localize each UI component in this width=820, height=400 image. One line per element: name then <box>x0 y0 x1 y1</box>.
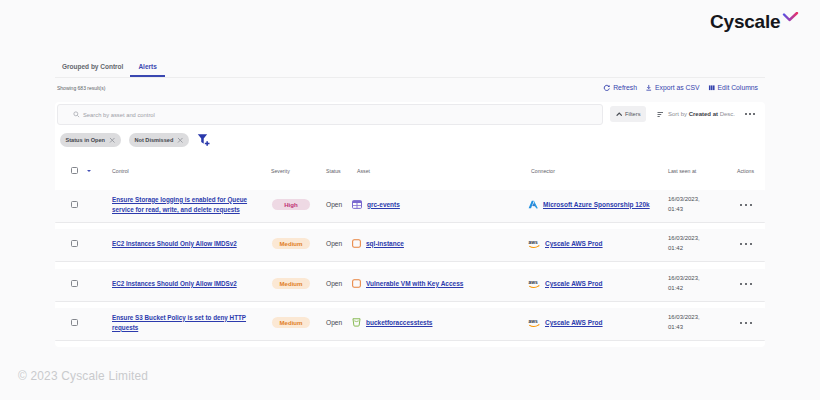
refresh-icon <box>603 84 611 92</box>
download-icon <box>645 84 653 92</box>
severity-badge: Medium <box>272 278 310 289</box>
select-all-checkbox[interactable] <box>71 167 78 174</box>
export-csv-button[interactable]: Export as CSV <box>645 84 700 92</box>
asset-link[interactable]: bucketforaccesstests <box>366 319 432 327</box>
results-summary: Showing 683 result(s) <box>57 85 105 91</box>
cyscale-logo: Cyscale <box>710 11 799 33</box>
search-icon <box>73 111 80 118</box>
row-actions-button[interactable] <box>740 322 751 324</box>
status-text: Open <box>326 319 342 326</box>
svg-text:aws: aws <box>529 319 538 324</box>
status-text: Open <box>326 240 342 247</box>
search-input[interactable]: Search by asset and control <box>57 104 603 125</box>
bucket-asset-icon <box>352 318 361 327</box>
table-overflow-menu-icon[interactable] <box>743 106 757 122</box>
chip-remove-icon[interactable] <box>109 137 116 144</box>
svg-text:aws: aws <box>529 280 538 285</box>
control-link[interactable]: EC2 Instances Should Only Allow IMDSv2 <box>112 279 237 289</box>
last-seen-value: 16/03/2023,01:42 <box>668 234 700 253</box>
row-actions-button[interactable] <box>740 283 751 285</box>
table-row: Ensure Storage logging is enabled for Qu… <box>55 190 765 223</box>
col-header-severity[interactable]: Severity <box>271 168 290 174</box>
row-checkbox[interactable] <box>71 280 78 287</box>
aws-icon: aws <box>528 318 540 328</box>
connector-link[interactable]: Microsoft Azure Sponsorship 120k <box>543 201 650 209</box>
severity-badge: Medium <box>272 238 310 249</box>
row-actions-button[interactable] <box>740 204 751 206</box>
chevron-up-icon <box>616 112 623 117</box>
col-header-status[interactable]: Status <box>326 168 341 174</box>
col-header-asset[interactable]: Asset <box>357 168 370 174</box>
select-dropdown-caret-icon[interactable] <box>87 170 91 172</box>
chip-not-dismissed[interactable]: Not Dismissed <box>129 133 189 147</box>
severity-badge: High <box>272 199 310 210</box>
asset-link[interactable]: Vulnerable VM with Key Access <box>366 280 463 288</box>
col-header-connector[interactable]: Connector <box>531 168 555 174</box>
asset-link[interactable]: grc-events <box>367 201 400 209</box>
table-header: Control Severity Status Asset Connector … <box>55 157 765 183</box>
add-filter-icon[interactable] <box>197 133 210 147</box>
sort-direction: Desc. <box>720 111 735 117</box>
table-row: EC2 Instances Should Only Allow IMDSv2 Me… <box>55 269 765 302</box>
severity-badge: Medium <box>272 317 310 328</box>
status-text: Open <box>326 201 342 208</box>
table-row: EC2 Instances Should Only Allow IMDSv2 Me… <box>55 229 765 262</box>
chip-remove-icon[interactable] <box>177 137 184 144</box>
footer-copyright: © 2023 Cyscale Limited <box>18 369 148 383</box>
sort-field: Created at <box>689 111 718 117</box>
col-header-control[interactable]: Control <box>112 168 129 174</box>
table-row: Ensure S3 Bucket Policy is set to deny H… <box>55 308 765 341</box>
tab-grouped-by-control[interactable]: Grouped by Control <box>55 55 130 77</box>
tab-bar: Grouped by Control Alerts <box>55 55 765 78</box>
aws-icon: aws <box>528 239 540 249</box>
row-checkbox[interactable] <box>71 319 78 326</box>
row-checkbox[interactable] <box>71 240 78 247</box>
col-header-actions[interactable]: Actions <box>737 168 754 174</box>
last-seen-value: 16/03/2023,01:42 <box>668 274 700 293</box>
instance-asset-icon <box>352 239 361 248</box>
last-seen-value: 16/03/2023,01:43 <box>668 313 700 332</box>
control-link[interactable]: EC2 Instances Should Only Allow IMDSv2 <box>112 239 237 249</box>
svg-text:aws: aws <box>529 240 538 245</box>
control-link[interactable]: Ensure S3 Bucket Policy is set to deny H… <box>112 313 258 333</box>
control-link[interactable]: Ensure Storage logging is enabled for Qu… <box>112 195 258 215</box>
asset-link[interactable]: sql-instance <box>366 240 404 248</box>
row-checkbox[interactable] <box>71 201 78 208</box>
row-actions-button[interactable] <box>740 243 751 245</box>
filter-chips: Status in Open Not Dismissed <box>60 133 210 147</box>
sort-control[interactable]: Sort by Created at Desc. <box>657 106 735 122</box>
sort-icon <box>657 111 665 118</box>
cyscale-logo-text: Cyscale <box>710 11 780 33</box>
tab-alerts[interactable]: Alerts <box>130 55 164 77</box>
refresh-button[interactable]: Refresh <box>603 84 637 92</box>
last-seen-value: 16/03/2023,01:43 <box>668 195 700 214</box>
chip-status-in-open[interactable]: Status in Open <box>60 133 121 147</box>
alerts-panel: Search by asset and control Filters Sort… <box>55 102 765 347</box>
aws-icon: aws <box>528 279 540 289</box>
toolbar: Refresh Export as CSV Edit Columns <box>600 84 758 92</box>
azure-icon <box>528 200 538 209</box>
status-text: Open <box>326 280 342 287</box>
connector-link[interactable]: Cyscale AWS Prod <box>545 240 603 248</box>
filters-button[interactable]: Filters <box>610 106 646 122</box>
columns-icon <box>708 84 716 92</box>
connector-link[interactable]: Cyscale AWS Prod <box>545 319 603 327</box>
table-asset-icon <box>352 200 362 209</box>
search-placeholder: Search by asset and control <box>83 112 155 118</box>
instance-asset-icon <box>352 279 361 288</box>
col-header-last-seen[interactable]: Last seen at <box>668 168 696 174</box>
connector-link[interactable]: Cyscale AWS Prod <box>545 280 603 288</box>
cyscale-logo-checkmark <box>782 12 799 22</box>
edit-columns-button[interactable]: Edit Columns <box>708 84 758 92</box>
